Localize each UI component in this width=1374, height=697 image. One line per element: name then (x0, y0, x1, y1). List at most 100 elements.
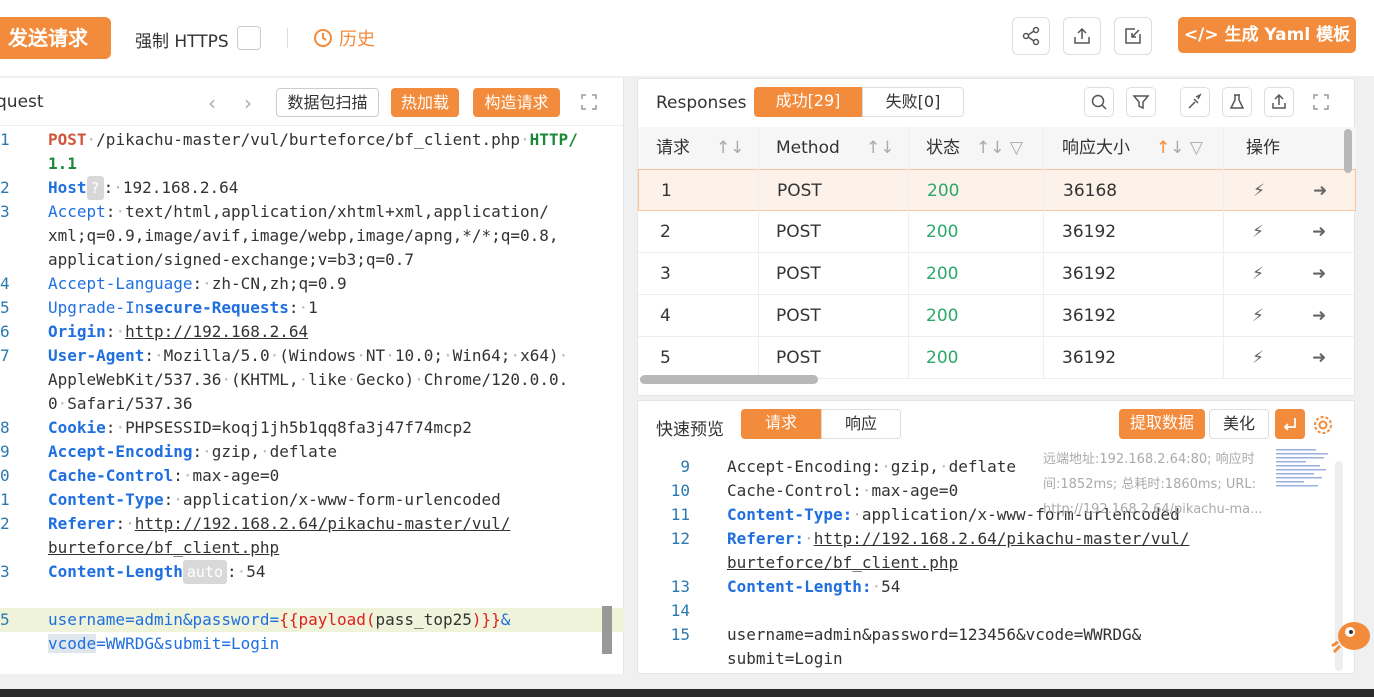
line-content: Host?:·192.168.2.64 (48, 176, 238, 200)
packet-scan-button[interactable]: 数据包扫描 (276, 88, 379, 117)
code-token: : (105, 418, 116, 437)
arrow-circle-icon[interactable]: ➜ (1312, 253, 1326, 295)
export-button[interactable] (1063, 17, 1101, 55)
lab-button[interactable] (1222, 87, 1252, 117)
header-badge[interactable]: auto (182, 560, 227, 584)
lightning-icon[interactable]: ⚡ (1252, 295, 1264, 337)
code-token: · (86, 130, 97, 149)
send-request-button[interactable]: 发送请求 (0, 17, 111, 59)
expand-responses-button[interactable] (1306, 87, 1336, 117)
code-token: · (202, 442, 212, 461)
line-content: burteforce/bf_client.php (727, 551, 958, 575)
beautify-button[interactable]: 美化 (1209, 409, 1269, 439)
extract-data-button[interactable]: 提取数据 (1119, 409, 1205, 439)
line-number: 8 (0, 418, 10, 437)
export-responses-button[interactable] (1264, 87, 1294, 117)
lightning-icon[interactable]: ⚡ (1252, 253, 1264, 295)
chevron-right-icon[interactable]: › (244, 91, 252, 115)
response-info-tooltip: 远端地址:192.168.2.64:80; 响应时 间:1852ms; 总耗时:… (1043, 447, 1268, 522)
tab-success[interactable]: 成功[29] (754, 87, 862, 117)
table-row[interactable]: 1 POST 200 36168 ⚡ ➜ (638, 169, 1356, 211)
clear-button[interactable] (1180, 87, 1210, 117)
arrow-circle-icon[interactable]: ➜ (1313, 170, 1327, 212)
table-row[interactable]: 4 POST 200 36192 ⚡ ➜ (638, 295, 1356, 337)
vertical-scrollbar[interactable] (1344, 129, 1352, 173)
chevron-left-icon[interactable]: ‹ (208, 91, 216, 115)
top-toolbar: 发送请求 强制 HTTPS 历史 </> 生成 Yaml 模板 (0, 0, 1374, 76)
code-token: Cookie (48, 418, 106, 437)
history-button[interactable]: 历史 (313, 25, 375, 51)
line-content: 1.1 (48, 152, 77, 176)
editor-scrollbar[interactable] (602, 606, 612, 654)
code-line: 1 Content-Type:·application/x-www-form-ur… (0, 488, 624, 512)
sort-filter-icon[interactable]: ↑↓ ▽ (976, 127, 1023, 169)
construct-request-button[interactable]: 构造请求 (473, 88, 560, 117)
hot-load-button[interactable]: 热加载 (391, 88, 459, 117)
lightning-icon[interactable]: ⚡ (1252, 211, 1264, 253)
tooltip-line: http://192.168.2.64/pikachu-ma... (1043, 502, 1263, 517)
col-header-request[interactable]: 请求 (656, 127, 690, 169)
generate-yaml-button[interactable]: </> 生成 Yaml 模板 (1178, 17, 1356, 53)
filter-button[interactable] (1126, 87, 1156, 117)
code-line: 8 Cookie:·PHPSESSID=koqj1jh5b1qq8fa3j47f7… (0, 416, 624, 440)
code-token: · (298, 370, 309, 389)
table-row[interactable]: 3 POST 200 36192 ⚡ ➜ (638, 253, 1356, 295)
cell-status: 200 (927, 181, 960, 201)
col-header-method[interactable]: Method (776, 127, 840, 169)
tooltip-line: 远端地址:192.168.2.64:80; 响应时 (1043, 452, 1255, 467)
col-header-size[interactable]: 响应大小 (1062, 127, 1130, 169)
code-token: Host (48, 178, 87, 197)
table-row[interactable]: 2 POST 200 36192 ⚡ ➜ (638, 211, 1356, 253)
arrow-circle-icon[interactable]: ➜ (1312, 211, 1326, 253)
code-token: · (115, 202, 126, 221)
tab-preview-request[interactable]: 请求 (741, 409, 821, 439)
code-token: http://192.168.2.64 (125, 322, 309, 341)
line-content: Content-Length auto:·54 (48, 560, 266, 584)
settings-gear-icon[interactable] (1312, 414, 1334, 436)
code-token: Origin (48, 322, 106, 341)
code-token: Chrome/120.0.0. (423, 370, 569, 389)
col-header-status[interactable]: 状态 (926, 127, 960, 169)
code-token: : (163, 490, 174, 509)
sort-filter-icon[interactable]: ↑↓ ▽ (1156, 127, 1203, 169)
code-token: max-age=0 (192, 466, 280, 485)
code-token: pass_top25 (375, 610, 472, 629)
code-token: : (105, 202, 116, 221)
code-minimap[interactable] (1276, 447, 1332, 497)
sort-icon[interactable]: ↑↓ (866, 127, 895, 169)
arrow-circle-icon[interactable]: ➜ (1312, 295, 1326, 337)
code-token: & (500, 610, 511, 629)
import-icon (1125, 28, 1141, 44)
code-line: 13 Content-Length:·54 (638, 575, 1338, 599)
code-token: username=admin&password=123456&vcode=WWR… (727, 625, 1142, 644)
request-code-editor[interactable]: 1 POST·/pikachu-master/vul/burteforce/bf_… (0, 128, 624, 656)
lightning-icon[interactable]: ⚡ (1253, 170, 1265, 212)
share-button[interactable] (1012, 17, 1050, 55)
import-button[interactable] (1114, 17, 1152, 55)
code-line: application/signed-exchange;v=b3;q=0.7 (0, 248, 624, 272)
sort-icon[interactable]: ↑↓ (716, 127, 745, 169)
force-https-checkbox[interactable] (237, 26, 261, 50)
code-token: · (414, 370, 424, 389)
code-line: 6 Origin:·http://192.168.2.64 (0, 320, 624, 344)
lightning-icon[interactable]: ⚡ (1252, 337, 1264, 379)
code-token: vcode (48, 634, 97, 653)
expand-icon[interactable] (580, 93, 598, 111)
cell-request-id: 2 (660, 222, 671, 242)
tab-preview-response[interactable]: 响应 (821, 409, 901, 439)
code-token: 1.1 (48, 154, 77, 173)
code-token: : (103, 178, 114, 197)
line-number: 13 (670, 577, 690, 596)
table-row[interactable]: 5 POST 200 36192 ⚡ ➜ (638, 337, 1356, 379)
search-button[interactable] (1084, 87, 1114, 117)
line-number: 9 (680, 457, 690, 476)
mascot-icon (1331, 622, 1370, 654)
code-token: Cache-Control (48, 466, 174, 485)
header-badge[interactable]: ? (86, 176, 104, 200)
wrap-button[interactable] (1275, 409, 1305, 439)
code-token: · (861, 481, 872, 500)
arrow-circle-icon[interactable]: ➜ (1312, 337, 1326, 379)
horizontal-scrollbar[interactable] (640, 375, 818, 384)
code-token: burteforce/bf_client.php (48, 538, 280, 557)
tab-failure[interactable]: 失败[0] (862, 87, 964, 117)
